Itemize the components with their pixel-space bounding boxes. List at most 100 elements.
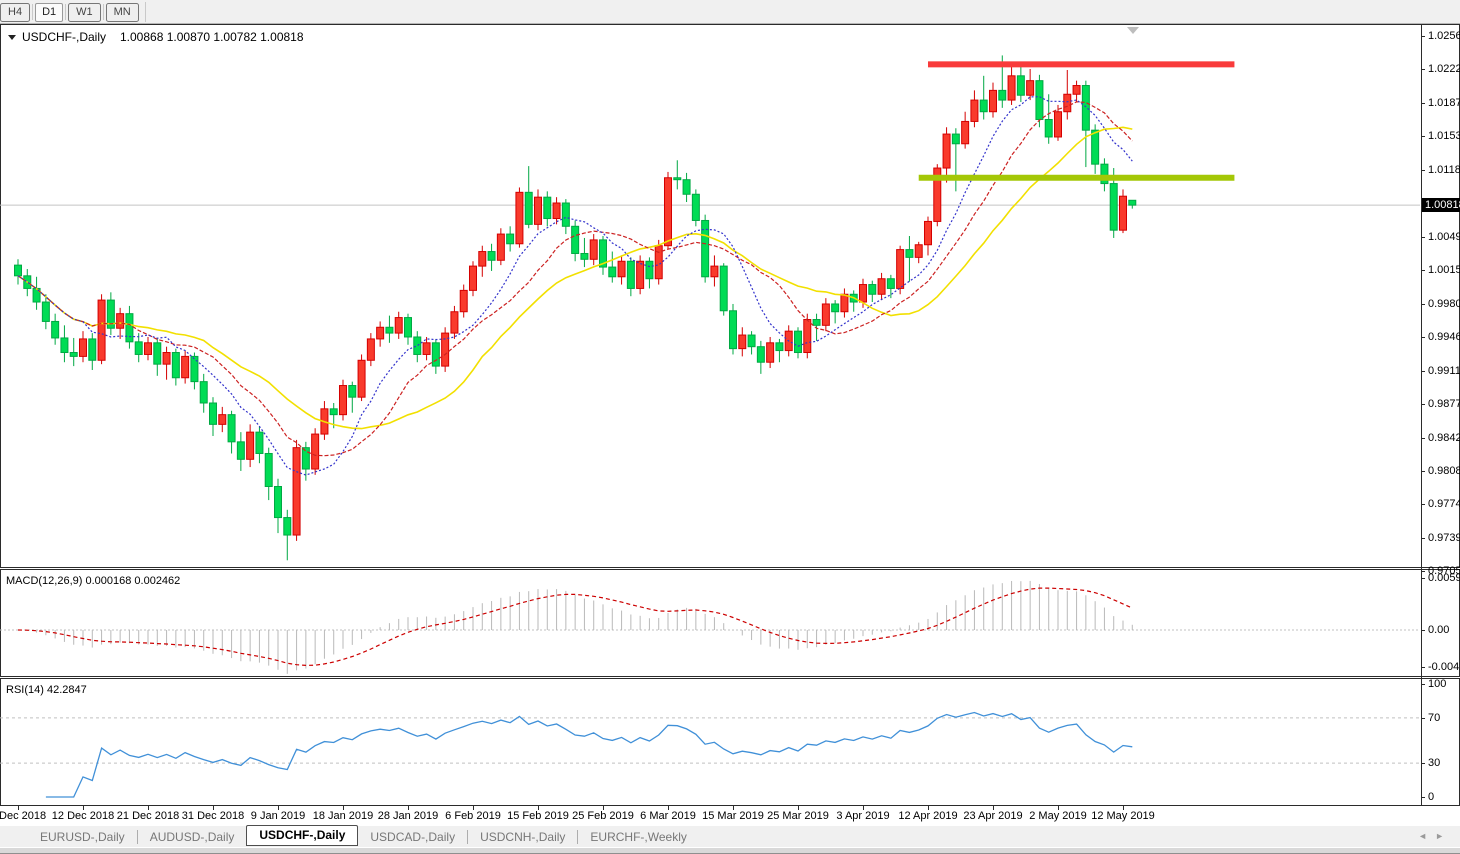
- price-axis-label: 1.01870: [1428, 97, 1460, 109]
- price-axis-label: 1.01530: [1428, 130, 1460, 142]
- date-label: 25 Mar 2019: [767, 810, 829, 822]
- price-axis-tick: [1421, 371, 1425, 372]
- candle: [366, 333, 375, 367]
- candle: [580, 237, 589, 268]
- price-axis-tick: [1421, 304, 1425, 305]
- price-axis-tick: [1421, 337, 1425, 338]
- date-axis[interactable]: 3 Dec 2018 12 Dec 201821 Dec 201831 Dec 2…: [0, 806, 1460, 826]
- candle: [515, 187, 524, 248]
- date-label: 15 Mar 2019: [702, 810, 764, 822]
- timeframe-button-w1[interactable]: W1: [68, 2, 101, 22]
- macd-canvas[interactable]: [0, 570, 1420, 676]
- candle: [51, 313, 60, 345]
- price-axis-tick: [1421, 471, 1425, 472]
- rsi-axis-label: 100: [1428, 678, 1447, 690]
- candle: [273, 478, 282, 534]
- tab-usdcnh-daily[interactable]: USDCNH-,Daily: [468, 828, 577, 846]
- tab-scroll-right-icon[interactable]: ►: [1435, 831, 1452, 841]
- candle: [190, 352, 199, 390]
- price-axis-tick: [1421, 237, 1425, 238]
- candle: [645, 257, 654, 289]
- support-line[interactable]: [918, 174, 1235, 181]
- candle: [14, 259, 22, 285]
- candle: [97, 294, 106, 365]
- candle: [812, 313, 821, 341]
- candle: [506, 226, 515, 252]
- tab-eurchf-weekly[interactable]: EURCHF-,Weekly: [578, 828, 698, 846]
- candle: [1035, 74, 1044, 128]
- tab-eurusd-daily[interactable]: EURUSD-,Daily: [28, 828, 137, 846]
- candle: [143, 336, 152, 361]
- price-axis-label: 0.97390: [1428, 532, 1460, 544]
- current-price-tag: 1.00818: [1422, 198, 1460, 212]
- rsi-canvas[interactable]: [0, 679, 1420, 805]
- price-axis-tick: [1421, 69, 1425, 70]
- date-label: 28 Jan 2019: [377, 810, 439, 822]
- candle: [747, 331, 756, 355]
- tab-usdcad-daily[interactable]: USDCAD-,Daily: [358, 828, 467, 846]
- date-label: 12 May 2019: [1091, 810, 1155, 822]
- candle: [961, 111, 970, 149]
- candle: [338, 379, 347, 421]
- candle: [171, 348, 180, 386]
- candle: [153, 337, 162, 376]
- tab-scroll-left-icon[interactable]: ◄: [1418, 831, 1435, 841]
- candle: [311, 428, 320, 475]
- candle: [236, 432, 245, 471]
- candle: [849, 290, 858, 312]
- candle: [914, 241, 923, 264]
- candle: [933, 164, 942, 227]
- price-axis-label: 0.99800: [1428, 298, 1460, 310]
- candle: [1007, 65, 1016, 105]
- candle: [571, 220, 580, 262]
- timeframe-button-h4[interactable]: H4: [0, 2, 31, 22]
- candle: [561, 199, 570, 235]
- candle: [134, 333, 143, 363]
- resistance-line[interactable]: [927, 61, 1235, 68]
- tab-usdchf-daily[interactable]: USDCHF-,Daily: [246, 825, 359, 846]
- tab-scroll-arrows[interactable]: ◄►: [1418, 831, 1452, 841]
- candle: [617, 255, 626, 285]
- price-axis-tick: [1421, 136, 1425, 137]
- candle: [691, 189, 700, 227]
- date-label: 12 Dec 2018: [51, 810, 115, 822]
- price-axis-tick: [1421, 404, 1425, 405]
- candle: [468, 261, 477, 297]
- chart-title: USDCHF-,Daily 1.00868 1.00870 1.00782 1.…: [8, 30, 304, 44]
- candle: [441, 327, 450, 372]
- macd-axis-label: -0.00424: [1428, 661, 1460, 673]
- macd-indicator-label: MACD(12,26,9) 0.000168 0.002462: [6, 575, 181, 587]
- candle: [942, 127, 951, 183]
- candle: [589, 234, 598, 266]
- candle: [450, 305, 459, 339]
- candle: [766, 336, 775, 369]
- candle: [886, 274, 895, 299]
- main-chart-canvas[interactable]: [0, 25, 1420, 567]
- date-label: 18 Jan 2019: [312, 810, 374, 822]
- candle: [459, 284, 468, 318]
- candle: [840, 288, 849, 318]
- chevron-down-icon[interactable]: [8, 34, 16, 40]
- candle: [543, 191, 552, 227]
- timeframe-button-d1[interactable]: D1: [35, 2, 64, 22]
- candle: [1081, 80, 1090, 168]
- macd-axis-tick: [1421, 578, 1425, 579]
- toolbar-separator: [32, 3, 34, 20]
- candle: [431, 338, 440, 374]
- candle: [78, 331, 87, 363]
- macd-axis-tick: [1421, 630, 1425, 631]
- date-label: 6 Mar 2019: [640, 810, 696, 822]
- candle: [385, 315, 394, 343]
- price-axis-label: 1.02560: [1428, 30, 1460, 42]
- candle: [923, 216, 932, 256]
- candle: [125, 305, 134, 349]
- candle: [673, 160, 682, 190]
- date-label: 3 Dec 2018: [0, 810, 47, 822]
- candle: [905, 236, 914, 282]
- candle: [208, 397, 217, 437]
- candle: [701, 214, 710, 283]
- tab-audusd-daily[interactable]: AUDUSD-,Daily: [138, 828, 247, 846]
- timeframe-button-mn[interactable]: MN: [105, 2, 139, 22]
- rsi-axis-tick: [1421, 684, 1425, 685]
- chart-shift-marker-icon[interactable]: [1127, 27, 1139, 34]
